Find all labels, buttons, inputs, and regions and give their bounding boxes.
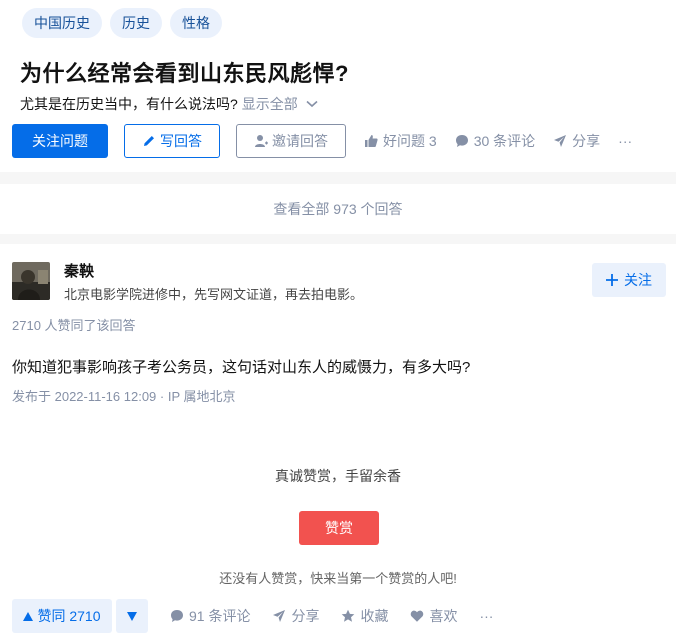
question-title: 为什么经常会看到山东民风彪悍? — [20, 61, 349, 86]
triangle-down-icon — [127, 611, 137, 621]
triangle-up-icon — [23, 611, 34, 621]
share-icon — [554, 135, 567, 147]
answer-meta[interactable]: 发布于 2022-11-16 12:09 · IP 属地北京 — [12, 386, 236, 405]
question-more-button[interactable]: ··· — [618, 133, 632, 149]
avatar[interactable] — [12, 262, 50, 300]
view-all-answers-link[interactable]: 查看全部 973 个回答 — [0, 184, 676, 234]
question-detail: 尤其是在历史当中，有什么说法吗? 显示全部 — [20, 94, 318, 114]
person-add-icon — [255, 135, 268, 147]
good-question-label: 好问题 3 — [383, 133, 437, 149]
topic-tag[interactable]: 性格 — [170, 8, 222, 38]
like-label: 喜欢 — [429, 608, 458, 624]
downvote-button[interactable] — [116, 599, 148, 633]
question-share-button[interactable]: 分享 — [553, 131, 600, 151]
collect-label: 收藏 — [360, 608, 389, 624]
share-icon — [273, 610, 286, 622]
author-bio: 北京电影学院进修中，先写网文证道，再去拍电影。 — [64, 287, 364, 302]
topic-tags: 中国历史 历史 性格 — [22, 8, 222, 38]
answer-more-button[interactable]: ··· — [479, 608, 493, 624]
heart-icon — [411, 610, 424, 622]
good-question-button[interactable]: 好问题 3 — [364, 131, 437, 151]
plus-icon — [606, 274, 618, 286]
chevron-down-icon — [306, 100, 318, 108]
reward-button[interactable]: 赞赏 — [299, 511, 379, 545]
question-comments-label: 30 条评论 — [473, 133, 536, 149]
answer-comments-label: 91 条评论 — [189, 608, 251, 624]
write-answer-label: 写回答 — [160, 133, 202, 149]
avatar-image — [12, 262, 50, 300]
author-name[interactable]: 秦鞅 — [64, 260, 94, 281]
topic-tag[interactable]: 中国历史 — [22, 8, 102, 38]
show-all-label: 显示全部 — [241, 96, 298, 112]
pencil-icon — [144, 136, 154, 146]
answer-share-button[interactable]: 分享 — [272, 606, 319, 626]
comment-icon — [455, 135, 468, 147]
comment-icon — [171, 610, 183, 622]
answer-content: 你知道犯事影响孩子考公务员，这句话对山东人的威慑力，有多大吗? — [12, 359, 471, 376]
section-divider — [0, 234, 676, 244]
write-answer-button[interactable]: 写回答 — [124, 124, 220, 158]
voters-count[interactable]: 2710 人赞同了该回答 — [12, 315, 136, 334]
reward-note: 还没有人赞赏，快来当第一个赞赏的人吧! — [219, 571, 457, 586]
invite-answer-button[interactable]: 邀请回答 — [236, 124, 346, 158]
follow-question-button[interactable]: 关注问题 — [12, 124, 108, 158]
upvote-button[interactable]: 赞同 2710 — [12, 599, 112, 633]
follow-author-label: 关注 — [624, 272, 652, 288]
show-all-button[interactable]: 显示全部 — [242, 94, 318, 114]
answer-comments-button[interactable]: 91 条评论 — [170, 606, 250, 626]
answer-share-label: 分享 — [291, 608, 320, 624]
upvote-label: 赞同 2710 — [37, 608, 101, 624]
question-comments-button[interactable]: 30 条评论 — [455, 131, 535, 151]
collect-button[interactable]: 收藏 — [341, 606, 388, 626]
like-button[interactable]: 喜欢 — [410, 606, 457, 626]
reward-slogan: 真诚赞赏，手留余香 — [275, 468, 401, 484]
thumbs-up-icon — [365, 135, 378, 147]
question-detail-text: 尤其是在历史当中，有什么说法吗? — [20, 96, 238, 112]
answer-action-bar: 赞同 2710 91 条评论 分享 收藏 喜欢 ··· — [12, 599, 493, 633]
follow-author-button[interactable]: 关注 — [592, 263, 666, 297]
section-divider — [0, 172, 676, 184]
topic-tag[interactable]: 历史 — [110, 8, 162, 38]
question-actions: 关注问题 写回答 邀请回答 好问题 3 30 条评论 分享 ··· — [12, 124, 632, 158]
question-share-label: 分享 — [572, 133, 601, 149]
invite-answer-label: 邀请回答 — [272, 133, 328, 149]
star-icon — [342, 609, 355, 622]
